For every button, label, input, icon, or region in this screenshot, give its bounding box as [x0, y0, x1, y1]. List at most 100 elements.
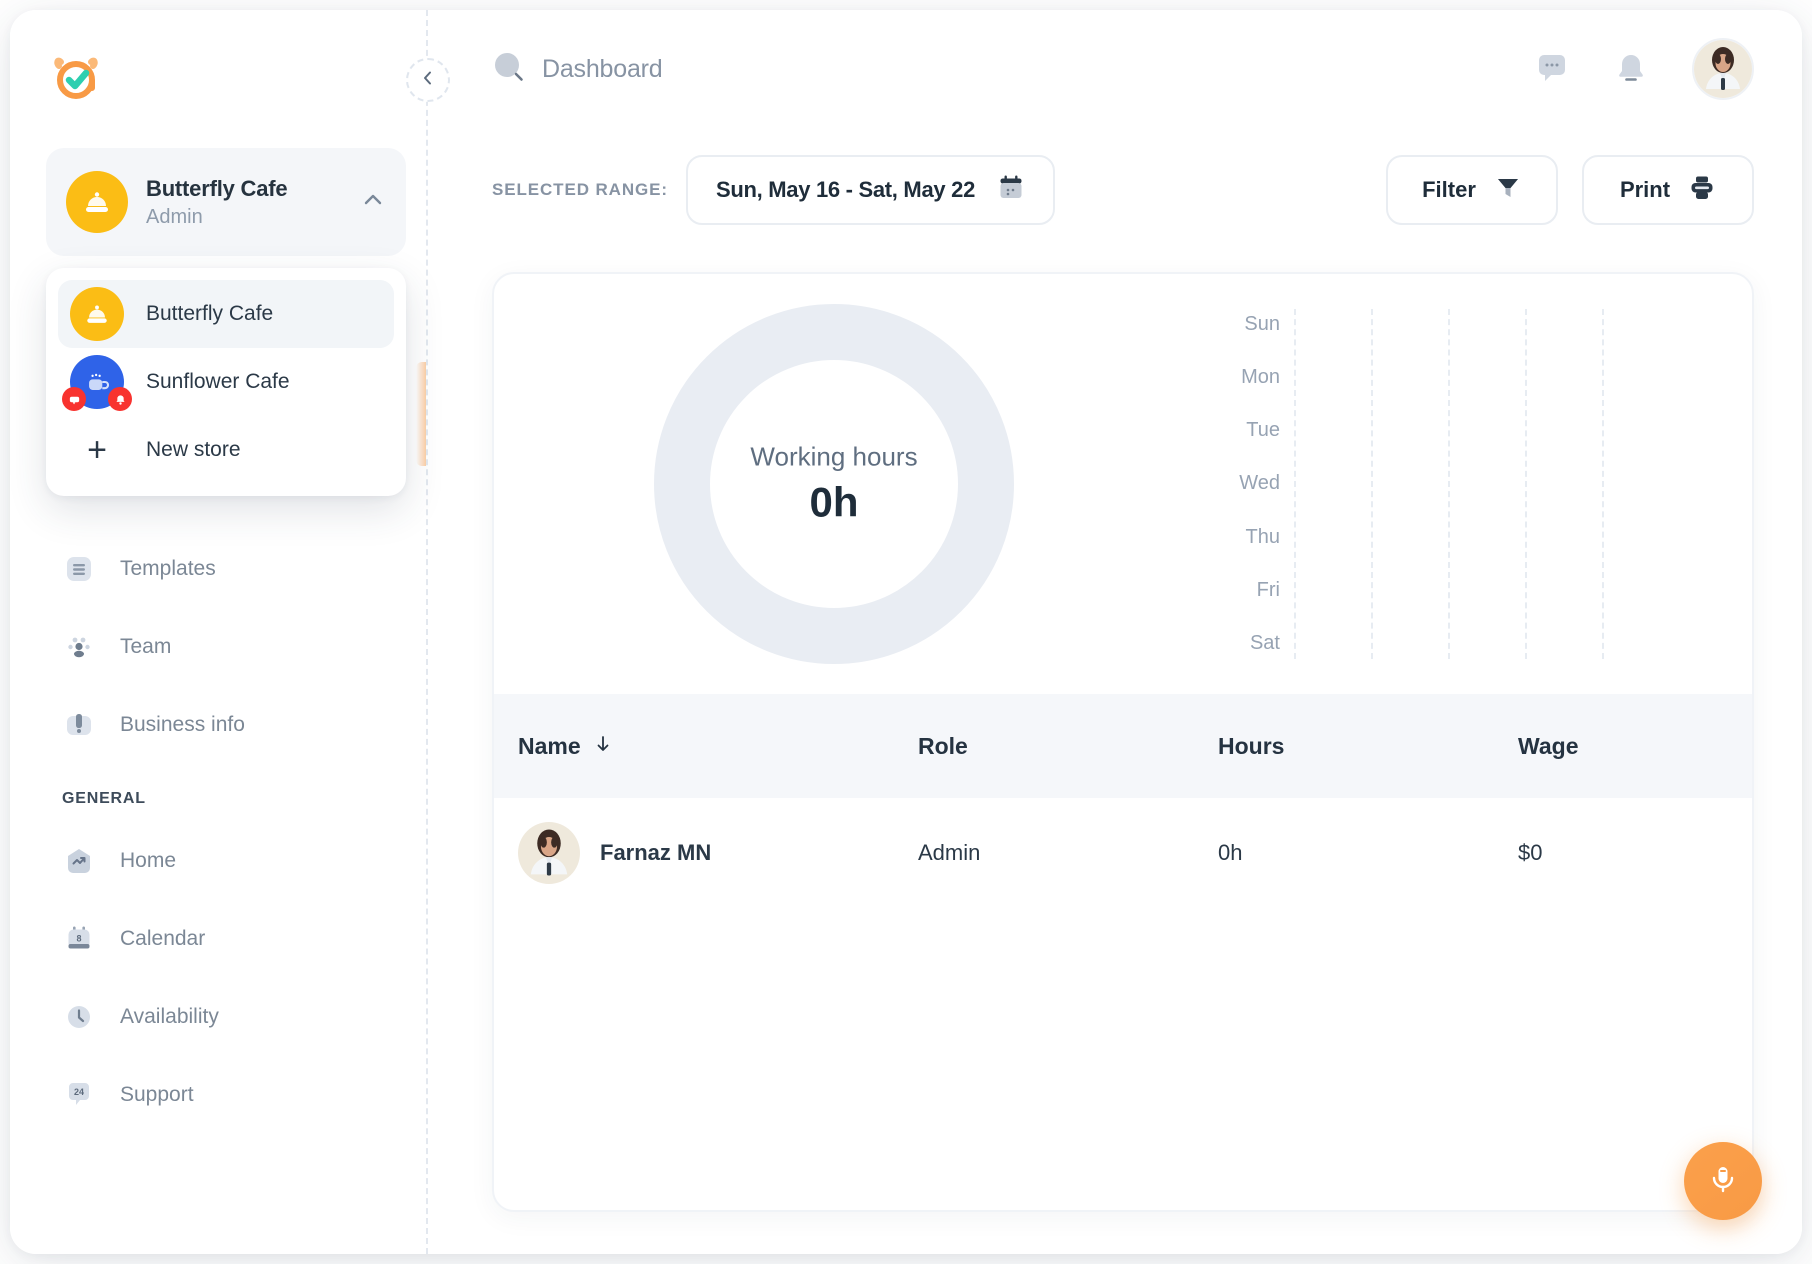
app-logo-icon: [48, 50, 104, 106]
gridline: [1602, 309, 1604, 659]
filter-button-label: Filter: [1422, 177, 1476, 203]
store-switcher[interactable]: Butterfly Cafe Admin: [46, 148, 406, 256]
sidebar-item-label: Calendar: [120, 927, 205, 951]
date-range-value: Sun, May 16 - Sat, May 22: [716, 177, 975, 203]
sidebar-item-label: Team: [120, 635, 171, 659]
dashboard-card: Working hours 0h Sun Mon Tue Wed Thu Fri…: [492, 272, 1754, 1212]
support-24-icon: 24: [62, 1078, 96, 1112]
axis-tick-mon: Mon: [1174, 366, 1294, 389]
toolbar: SELECTED RANGE: Sun, May 16 - Sat, May 2…: [428, 142, 1802, 238]
sidebar-item-label: Home: [120, 849, 176, 873]
store-dropdown-menu: Butterfly Cafe: [46, 268, 406, 496]
store-option-label: Butterfly Cafe: [146, 302, 273, 326]
gridline: [1371, 309, 1373, 659]
sidebar-item-label: Templates: [120, 557, 216, 581]
clock-icon: [62, 1000, 96, 1034]
sidebar-item-label: Availability: [120, 1005, 219, 1029]
store-switcher-meta: Butterfly Cafe Admin: [146, 176, 360, 229]
active-nav-indicator: [416, 362, 426, 466]
donut-center-labels: Working hours 0h: [494, 442, 1174, 527]
table-header: Name Role Hours Wage: [494, 694, 1752, 798]
svg-text:8: 8: [76, 934, 81, 944]
column-header-role[interactable]: Role: [918, 733, 1218, 760]
sidebar-item-label: Business info: [120, 713, 245, 737]
main-content: Dashboard: [428, 10, 1802, 1254]
gridline: [1448, 309, 1450, 659]
sidebar-item-templates[interactable]: Templates: [10, 530, 428, 608]
cell-role: Admin: [918, 840, 1218, 866]
store-name: Butterfly Cafe: [146, 176, 360, 202]
breadcrumb: Dashboard: [492, 50, 663, 89]
store-option-butterfly-cafe[interactable]: Butterfly Cafe: [58, 280, 394, 348]
store-role: Admin: [146, 206, 360, 229]
app-window: Butterfly Cafe Admin Butterfly: [10, 10, 1802, 1254]
chevron-up-icon[interactable]: [360, 187, 386, 218]
sidebar-item-home[interactable]: Home: [10, 822, 428, 900]
store-option-label: Sunflower Cafe: [146, 370, 290, 394]
axis-tick-sun: Sun: [1174, 313, 1294, 336]
gridline: [1294, 309, 1296, 659]
axis-tick-wed: Wed: [1174, 472, 1294, 495]
avatar: [518, 822, 580, 884]
voice-assistant-button[interactable]: [1684, 1142, 1762, 1220]
selected-range-label: SELECTED RANGE:: [492, 180, 668, 200]
axis-tick-fri: Fri: [1174, 579, 1294, 602]
cell-name: Farnaz MN: [518, 822, 918, 884]
bell-icon[interactable]: [1614, 52, 1648, 86]
date-range-picker[interactable]: Sun, May 16 - Sat, May 22: [686, 155, 1055, 225]
sidebar-item-business-info[interactable]: Business info: [10, 686, 428, 764]
coffee-cup-icon: [70, 355, 124, 409]
sidebar: Butterfly Cafe Admin Butterfly: [10, 10, 428, 1254]
new-store-button[interactable]: + New store: [58, 416, 394, 484]
sidebar-nav: Templates Team: [10, 530, 428, 1134]
weekday-bar-chart: Sun Mon Tue Wed Thu Fri Sat: [1174, 309, 1602, 659]
column-header-hours[interactable]: Hours: [1218, 733, 1518, 760]
users-icon: [62, 630, 96, 664]
gridline: [1525, 309, 1527, 659]
donut-value: 0h: [494, 479, 1174, 527]
store-option-sunflower-cafe[interactable]: Sunflower Cafe: [58, 348, 394, 416]
print-button[interactable]: Print: [1582, 155, 1754, 225]
axis-tick-sat: Sat: [1174, 632, 1294, 655]
sidebar-item-label: Support: [120, 1083, 194, 1107]
cell-hours: 0h: [1218, 840, 1518, 866]
calendar-icon: [997, 174, 1025, 207]
funnel-icon: [1494, 174, 1522, 207]
chart-plot-area: [1294, 309, 1602, 659]
sidebar-item-calendar[interactable]: 8 Calendar: [10, 900, 428, 978]
cell-name-text: Farnaz MN: [600, 840, 711, 866]
topbar: Dashboard: [428, 10, 1802, 128]
briefcase-icon: [62, 708, 96, 742]
search-icon[interactable]: [492, 50, 526, 89]
column-header-name-label: Name: [518, 733, 581, 760]
axis-tick-thu: Thu: [1174, 526, 1294, 549]
working-hours-donut-chart: Working hours 0h: [494, 274, 1174, 694]
sidebar-collapse-button[interactable]: [406, 58, 450, 102]
axis-tick-tue: Tue: [1174, 419, 1294, 442]
arrow-down-icon[interactable]: [593, 733, 613, 760]
page-title: Dashboard: [542, 55, 663, 84]
message-badge-icon: [62, 387, 86, 411]
table-row[interactable]: Farnaz MN Admin 0h $0: [494, 798, 1752, 908]
list-icon: [62, 552, 96, 586]
column-header-wage[interactable]: Wage: [1518, 733, 1754, 760]
topbar-actions: [1534, 38, 1754, 100]
donut-title: Working hours: [494, 442, 1174, 473]
filter-button[interactable]: Filter: [1386, 155, 1558, 225]
sidebar-item-availability[interactable]: Availability: [10, 978, 428, 1056]
message-dots-icon[interactable]: [1534, 51, 1570, 87]
sidebar-item-team[interactable]: Team: [10, 608, 428, 686]
printer-icon: [1688, 174, 1716, 207]
chevron-left-icon: [419, 69, 437, 92]
sidebar-section-general: GENERAL: [10, 764, 428, 822]
avatar[interactable]: [1692, 38, 1754, 100]
sidebar-item-support[interactable]: 24 Support: [10, 1056, 428, 1134]
calendar-icon: 8: [62, 922, 96, 956]
weekday-axis-labels: Sun Mon Tue Wed Thu Fri Sat: [1174, 309, 1294, 659]
bell-badge-icon: [108, 387, 132, 411]
bell-hop-icon: [70, 287, 124, 341]
print-button-label: Print: [1620, 177, 1670, 203]
column-header-name[interactable]: Name: [518, 733, 918, 760]
cell-wage: $0: [1518, 840, 1754, 866]
bell-hop-icon: [66, 171, 128, 233]
